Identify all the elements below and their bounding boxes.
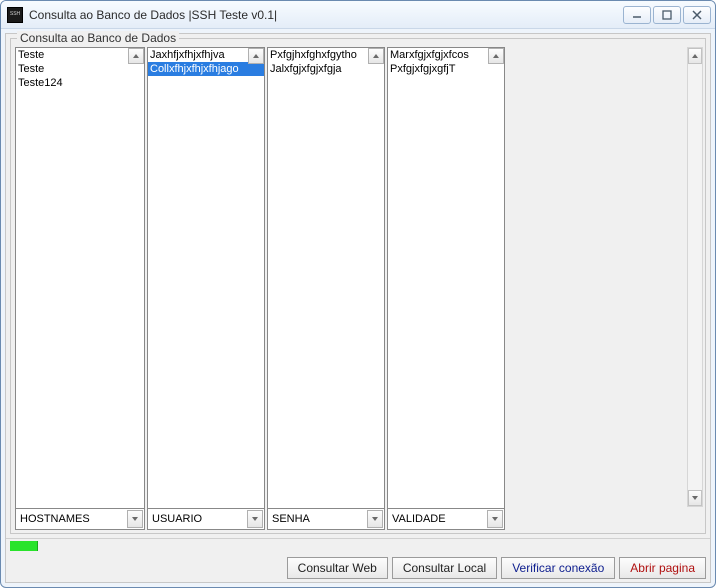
- list-item[interactable]: PxfgjxfgjxgfjT: [388, 62, 504, 76]
- listbox[interactable]: PxfgjhxfghxfgythoJalxfgjxfgjxfgja: [268, 48, 384, 508]
- window-controls: [623, 6, 711, 24]
- scroll-up-icon[interactable]: [688, 48, 702, 64]
- column-senha: PxfgjhxfghxfgythoJalxfgjxfgjxfgja SENHA: [267, 47, 385, 529]
- maximize-button[interactable]: [653, 6, 681, 24]
- progress-bar: [6, 539, 710, 553]
- list-scroll-up-icon[interactable]: [128, 48, 144, 64]
- minimize-button[interactable]: [623, 6, 651, 24]
- list-item[interactable]: Jalxfgjxfgjxfgja: [268, 62, 384, 76]
- close-button[interactable]: [683, 6, 711, 24]
- window-title: Consulta ao Banco de Dados |SSH Teste v0…: [29, 8, 623, 22]
- app-icon: SSH: [7, 7, 23, 23]
- consultar-local-button[interactable]: Consultar Local: [392, 557, 497, 579]
- abrir-pagina-button[interactable]: Abrir pagina: [619, 557, 706, 579]
- list-scroll-up-icon[interactable]: [488, 48, 504, 64]
- listbox[interactable]: MarxfgjxfgjxfcosPxfgjxfgjxgfjT: [388, 48, 504, 508]
- button-row: Consultar Web Consultar Local Verificar …: [6, 553, 710, 582]
- column-hostnames: TesteTesteTeste124HOSTNAMES: [15, 47, 145, 529]
- titlebar[interactable]: SSH Consulta ao Banco de Dados |SSH Test…: [1, 1, 715, 29]
- consultar-web-button[interactable]: Consultar Web: [287, 557, 388, 579]
- column-footer: SENHA: [267, 508, 385, 530]
- scroll-down-icon[interactable]: [688, 490, 702, 506]
- list-scroll-up-icon[interactable]: [248, 48, 264, 64]
- column-validade: MarxfgjxfgjxfcosPxfgjxfgjxgfjT VALIDADE: [387, 47, 505, 529]
- progress-fill: [10, 541, 38, 551]
- app-window: SSH Consulta ao Banco de Dados |SSH Test…: [0, 0, 716, 588]
- column-usuario: JaxhfjxfhjxfhjvaCollxfhjxfhjxfhjago USUAR…: [147, 47, 265, 529]
- list-item[interactable]: Marxfgjxfgjxfcos: [388, 48, 504, 62]
- listbox[interactable]: JaxhfjxfhjxfhjvaCollxfhjxfhjxfhjago: [148, 48, 264, 508]
- dropdown-icon[interactable]: [127, 510, 143, 528]
- bottom-bar: Consultar Web Consultar Local Verificar …: [6, 538, 710, 582]
- columns-container: TesteTesteTeste124HOSTNAMESJaxhfjxfhjxfh…: [11, 39, 705, 533]
- list-item[interactable]: Collxfhjxfhjxfhjago: [148, 62, 264, 76]
- column-footer: VALIDADE: [387, 508, 505, 530]
- list-item[interactable]: Teste: [16, 48, 144, 62]
- listbox[interactable]: TesteTesteTeste124: [16, 48, 144, 508]
- column-footer: USUARIO: [147, 508, 265, 530]
- dropdown-icon[interactable]: [487, 510, 503, 528]
- column-footer: HOSTNAMES: [15, 508, 145, 530]
- progress-track: [10, 541, 706, 551]
- list-scroll-up-icon[interactable]: [368, 48, 384, 64]
- list-item[interactable]: Teste124: [16, 76, 144, 90]
- groupbox: Consulta ao Banco de Dados TesteTesteTes…: [10, 38, 706, 534]
- column-footer-label: VALIDADE: [388, 513, 487, 525]
- dropdown-icon[interactable]: [247, 510, 263, 528]
- column-footer-label: HOSTNAMES: [16, 513, 127, 525]
- list-item[interactable]: Jaxhfjxfhjxfhjva: [148, 48, 264, 62]
- list-item[interactable]: Pxfgjhxfghxfgytho: [268, 48, 384, 62]
- scroll-track[interactable]: [688, 64, 702, 490]
- verificar-conexao-button[interactable]: Verificar conexão: [501, 557, 615, 579]
- column-footer-label: USUARIO: [148, 513, 247, 525]
- list-item[interactable]: Teste: [16, 62, 144, 76]
- vertical-scrollbar[interactable]: [687, 47, 703, 507]
- column-footer-label: SENHA: [268, 513, 367, 525]
- dropdown-icon[interactable]: [367, 510, 383, 528]
- client-area: Consulta ao Banco de Dados TesteTesteTes…: [5, 33, 711, 583]
